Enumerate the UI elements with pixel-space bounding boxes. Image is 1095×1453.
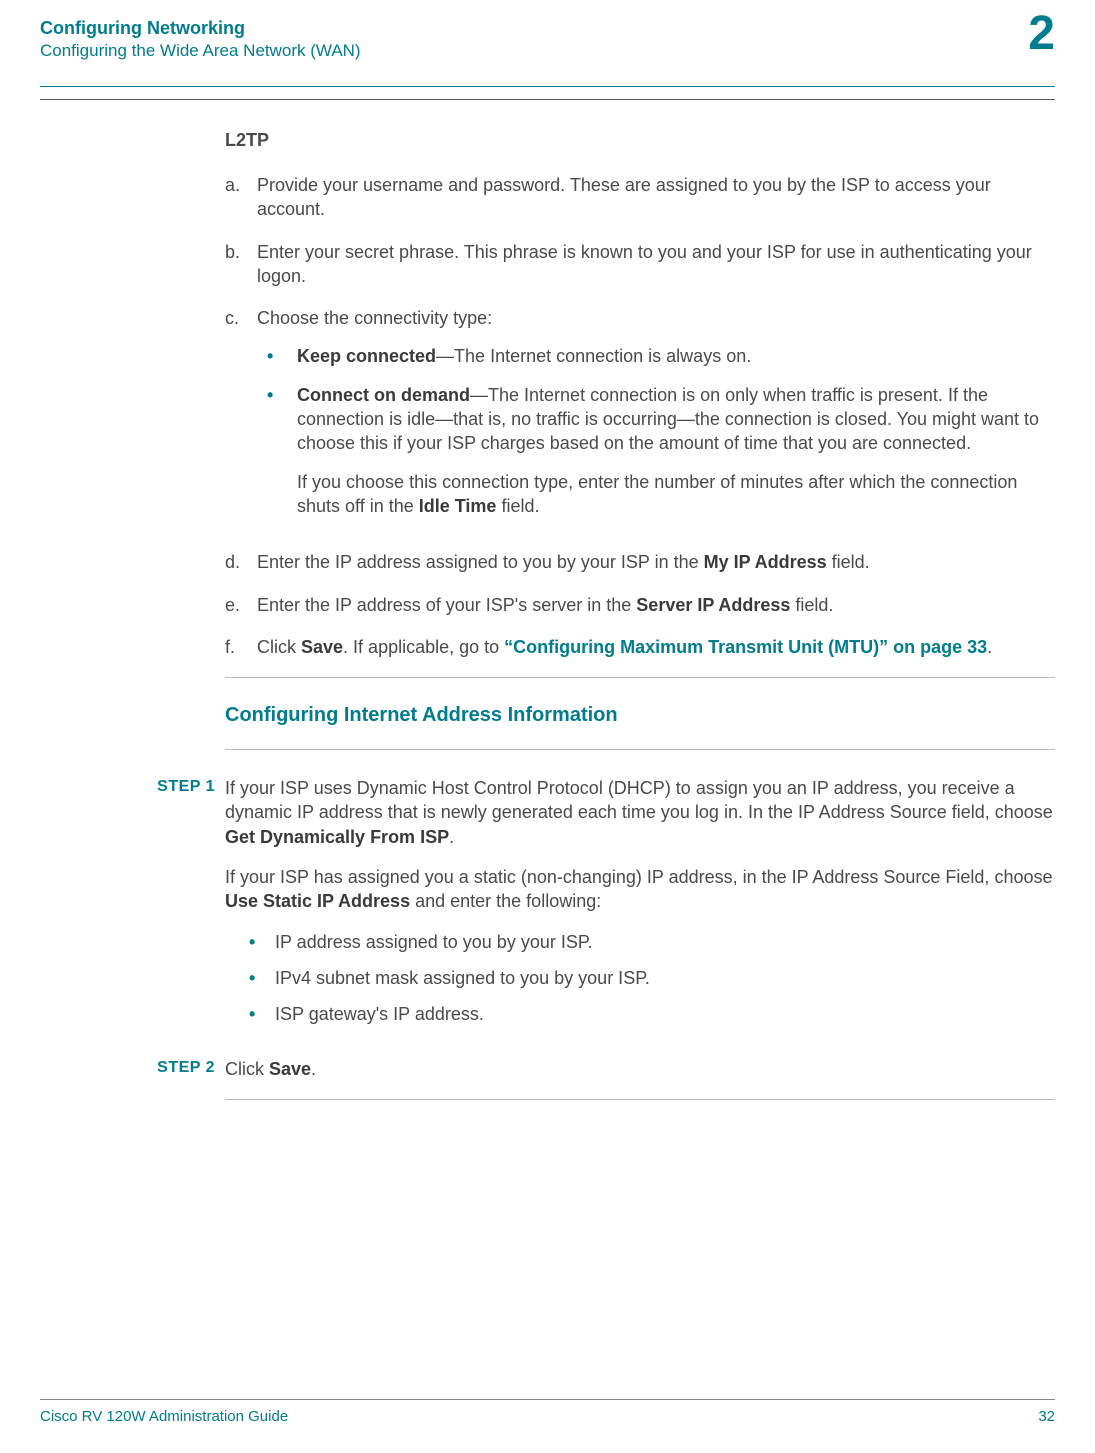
extra-post: field.	[496, 496, 539, 516]
step-marker: c.	[225, 306, 257, 532]
step-body: Choose the connectivity type: • Keep con…	[257, 306, 1055, 532]
step-f: f. Click Save. If applicable, go to “Con…	[225, 635, 1055, 659]
option-keep-connected: • Keep connected—The Internet connection…	[257, 344, 1055, 368]
bullet-text: IP address assigned to you by your ISP.	[275, 930, 593, 954]
option-text: Keep connected—The Internet connection i…	[297, 344, 1055, 368]
step-label: STEP 1	[141, 776, 225, 1038]
get-dynamically-label: Get Dynamically From ISP	[225, 827, 449, 847]
header-rules	[0, 86, 1095, 100]
step-body: Click Save. If applicable, go to “Config…	[257, 635, 1055, 659]
list-item: • IPv4 subnet mask assigned to you by yo…	[225, 966, 1055, 990]
mtu-cross-reference-link[interactable]: “Configuring Maximum Transmit Unit (MTU)…	[504, 637, 987, 657]
step-b: b. Enter your secret phrase. This phrase…	[225, 240, 1055, 289]
header-title: Configuring Networking	[40, 18, 1055, 39]
option-text: Connect on demand—The Internet connectio…	[297, 383, 1055, 518]
save-label: Save	[301, 637, 343, 657]
static-ip-bullets: • IP address assigned to you by your ISP…	[225, 930, 1055, 1027]
l2tp-heading: L2TP	[225, 130, 1055, 151]
step-marker: d.	[225, 550, 257, 574]
footer-guide-title: Cisco RV 120W Administration Guide	[40, 1408, 288, 1425]
step-a: a. Provide your username and password. T…	[225, 173, 1055, 222]
text-post: and enter the following:	[410, 891, 601, 911]
bullet-icon: •	[225, 930, 275, 954]
step-body: Enter your secret phrase. This phrase is…	[257, 240, 1055, 289]
subsection-heading: Configuring Internet Address Information	[225, 704, 1055, 727]
divider	[225, 749, 1055, 750]
step-e: e. Enter the IP address of your ISP's se…	[225, 593, 1055, 617]
step-label: STEP 2	[141, 1057, 225, 1081]
step-2-body: Click Save.	[225, 1057, 1055, 1081]
step-c: c. Choose the connectivity type: • Keep …	[225, 306, 1055, 532]
bullet-text: ISP gateway's IP address.	[275, 1002, 484, 1026]
list-item: • ISP gateway's IP address.	[225, 1002, 1055, 1026]
text-post: field.	[790, 595, 833, 615]
text-mid: . If applicable, go to	[343, 637, 504, 657]
text-pre: Enter the IP address of your ISP's serve…	[257, 595, 636, 615]
server-ip-address-label: Server IP Address	[636, 595, 790, 615]
my-ip-address-label: My IP Address	[704, 552, 827, 572]
save-label: Save	[269, 1059, 311, 1079]
text-post: .	[449, 827, 454, 847]
step-1-para-1: If your ISP uses Dynamic Host Control Pr…	[225, 776, 1055, 849]
header-subtitle: Configuring the Wide Area Network (WAN)	[40, 41, 1055, 61]
text-pre: Click	[257, 637, 301, 657]
step-1-body: If your ISP uses Dynamic Host Control Pr…	[225, 776, 1055, 1038]
option-extra: If you choose this connection type, ente…	[297, 470, 1055, 519]
step-body: Enter the IP address assigned to you by …	[257, 550, 1055, 574]
step-1: STEP 1 If your ISP uses Dynamic Host Con…	[141, 776, 1055, 1038]
chapter-number: 2	[1028, 6, 1055, 61]
step-d: d. Enter the IP address assigned to you …	[225, 550, 1055, 574]
header-rule-main	[40, 99, 1055, 100]
step-marker: e.	[225, 593, 257, 617]
header-rule-top	[40, 86, 1055, 87]
step-marker: f.	[225, 635, 257, 659]
step-1-para-2: If your ISP has assigned you a static (n…	[225, 865, 1055, 914]
bullet-icon: •	[257, 344, 297, 368]
idle-time-label: Idle Time	[419, 496, 497, 516]
text-pre: If your ISP uses Dynamic Host Control Pr…	[225, 778, 1053, 822]
text-pre: Click	[225, 1059, 269, 1079]
text-post: .	[311, 1059, 316, 1079]
text-pre: If your ISP has assigned you a static (n…	[225, 867, 1052, 887]
bullet-icon: •	[225, 1002, 275, 1026]
option-label: Keep connected	[297, 346, 436, 366]
step-body: Enter the IP address of your ISP's serve…	[257, 593, 1055, 617]
divider	[225, 1099, 1055, 1100]
option-label: Connect on demand	[297, 385, 470, 405]
divider	[225, 677, 1055, 678]
main-content: L2TP a. Provide your username and passwo…	[225, 130, 1055, 1126]
bullet-text: IPv4 subnet mask assigned to you by your…	[275, 966, 650, 990]
use-static-ip-label: Use Static IP Address	[225, 891, 410, 911]
list-item: • IP address assigned to you by your ISP…	[225, 930, 1055, 954]
page-header: Configuring Networking Configuring the W…	[0, 0, 1095, 61]
step-marker: b.	[225, 240, 257, 289]
option-rest: —The Internet connection is always on.	[436, 346, 751, 366]
step-2: STEP 2 Click Save.	[141, 1057, 1055, 1081]
connectivity-options: • Keep connected—The Internet connection…	[257, 344, 1055, 518]
option-connect-on-demand: • Connect on demand—The Internet connect…	[257, 383, 1055, 518]
step-c-intro: Choose the connectivity type:	[257, 308, 492, 328]
bullet-icon: •	[225, 966, 275, 990]
bullet-icon: •	[257, 383, 297, 518]
footer-page-number: 32	[1038, 1408, 1055, 1425]
step-body: Provide your username and password. Thes…	[257, 173, 1055, 222]
extra-pre: If you choose this connection type, ente…	[297, 472, 1017, 516]
step-marker: a.	[225, 173, 257, 222]
l2tp-steps: a. Provide your username and password. T…	[225, 173, 1055, 659]
text-pre: Enter the IP address assigned to you by …	[257, 552, 704, 572]
text-post: .	[987, 637, 992, 657]
page-footer: Cisco RV 120W Administration Guide 32	[40, 1399, 1055, 1425]
text-post: field.	[827, 552, 870, 572]
